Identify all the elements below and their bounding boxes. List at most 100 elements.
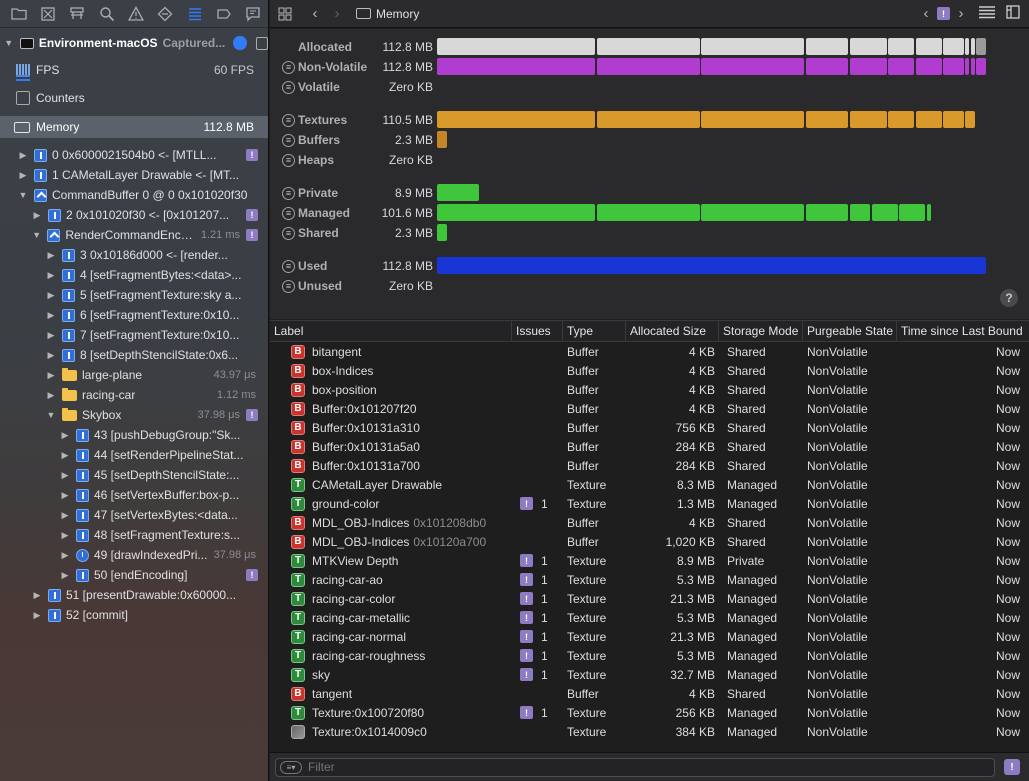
table-row[interactable]: Tracing-car-color! 1 Texture 21.3 MB Managed… (270, 589, 1029, 608)
tree-item[interactable]: ▶ 43 [pushDebugGroup:"Sk... (0, 425, 268, 445)
folder-icon[interactable] (4, 1, 33, 27)
tree-item[interactable]: ▶ 51 [presentDrawable:0x60000... (0, 585, 268, 605)
disclosure-right-icon[interactable]: ▶ (46, 350, 56, 361)
tree-item[interactable]: ▶ 0 0x6000021504b0 <- [MTLL...! (0, 145, 268, 165)
table-row[interactable]: B Buffer:0x10131a5a0 Buffer 284 KB Shared Non… (270, 437, 1029, 456)
memory-bar-segment[interactable] (970, 38, 975, 55)
disclosure-right-icon[interactable]: ▶ (46, 270, 56, 281)
table-row[interactable]: Tracing-car-roughness! 1 Texture 5.3 MB Mana… (270, 646, 1029, 665)
disclosure-right-icon[interactable]: ▶ (60, 530, 70, 541)
memory-bar-segment[interactable] (899, 204, 925, 221)
table-row[interactable]: B MDL_OBJ-Indices 0x101208db0 Buffer 4 KB Sha… (270, 513, 1029, 532)
tree-item[interactable]: ▶ racing-car 1.12 ms (0, 385, 268, 405)
comment-icon[interactable] (239, 1, 268, 27)
issue-warning-icon[interactable]: ! (520, 668, 533, 681)
tree-item[interactable]: ▶ 4 [setFragmentBytes:<data>... (0, 265, 268, 285)
tag-icon[interactable] (209, 1, 238, 27)
filter-category-icon[interactable] (282, 60, 295, 74)
disclosure-down-icon[interactable]: ▼ (46, 410, 56, 420)
filter-input[interactable] (308, 760, 908, 774)
header-time-since-last-bound[interactable]: Time since Last Bound (897, 321, 1029, 342)
table-row[interactable]: Tground-color! 1 Texture 1.3 MB Managed NonVo… (270, 494, 1029, 513)
help-button[interactable]: ? (1000, 289, 1018, 307)
tree-item[interactable]: ▶ 50 [endEncoding]! (0, 565, 268, 585)
filter-category-icon[interactable] (282, 113, 295, 127)
hierarchy-icon[interactable] (63, 1, 92, 27)
diamond-icon[interactable] (151, 1, 180, 27)
memory-bar-segment[interactable] (943, 58, 964, 75)
table-row[interactable]: B Buffer:0x101207f20 Buffer 4 KB Shared NonVo… (270, 399, 1029, 418)
memory-bar-segment[interactable] (437, 257, 986, 274)
memory-bar-segment[interactable] (849, 38, 887, 55)
tree-item[interactable]: ▶ 46 [setVertexBuffer:box-p... (0, 485, 268, 505)
table-row[interactable]: Texture:0x1014009c0 Texture 384 KB Managed N… (270, 722, 1029, 741)
issue-warning-icon[interactable]: ! (520, 592, 533, 605)
memory-bar-segment[interactable] (701, 38, 804, 55)
issue-warning-icon[interactable]: ! (520, 706, 533, 719)
filter-category-icon[interactable] (282, 259, 295, 273)
disclosure-down-icon[interactable]: ▼ (32, 230, 41, 240)
memory-row-shared[interactable]: Shared 2.3 MB (270, 223, 1029, 243)
disclosure-right-icon[interactable]: ▶ (46, 310, 56, 321)
memory-bar-segment[interactable] (849, 111, 887, 128)
memory-bar-segment[interactable] (437, 131, 447, 148)
warning-icon[interactable] (121, 1, 150, 27)
memory-bar-segment[interactable] (888, 38, 914, 55)
disclosure-right-icon[interactable]: ▶ (46, 250, 56, 261)
memory-bar-segment[interactable] (805, 58, 848, 75)
memory-bar-segment[interactable] (888, 58, 914, 75)
memory-bar-segment[interactable] (849, 204, 870, 221)
memory-bar-segment[interactable] (701, 58, 804, 75)
issue-warning-icon[interactable]: ! (520, 649, 533, 662)
filter-category-icon[interactable] (282, 206, 295, 220)
memory-bar-segment[interactable] (805, 111, 848, 128)
memory-bar-segment[interactable] (965, 111, 975, 128)
tree-item[interactable]: ▶ 52 [commit] (0, 605, 268, 625)
memory-row-heaps[interactable]: Heaps Zero KB (270, 150, 1029, 170)
issue-warning-icon[interactable]: ! (246, 209, 258, 221)
memory-row-unused[interactable]: Unused Zero KB (270, 276, 1029, 296)
disclosure-right-icon[interactable]: ▶ (18, 150, 28, 161)
tree-item[interactable]: ▶ 5 [setFragmentTexture:sky a... (0, 285, 268, 305)
disclosure-right-icon[interactable]: ▶ (32, 590, 42, 601)
issue-warning-icon[interactable]: ! (246, 149, 258, 161)
memory-bar-segment[interactable] (437, 38, 595, 55)
header-allocated-size[interactable]: Allocated Size (626, 320, 719, 342)
issue-warning-icon[interactable]: ! (246, 409, 258, 421)
tree-item[interactable]: ▶ 3 0x10186d000 <- [render... (0, 245, 268, 265)
header-label[interactable]: Label (270, 320, 512, 342)
memory-bar-segment[interactable] (437, 204, 595, 221)
filter-category-icon[interactable] (282, 186, 295, 200)
memory-row-private[interactable]: Private 8.9 MB (270, 183, 1029, 203)
filter-category-icon[interactable] (282, 133, 295, 147)
tree-item[interactable]: ▶ 47 [setVertexBytes:<data... (0, 505, 268, 525)
filter-field[interactable]: ≡▾ (275, 757, 995, 777)
memory-row-used[interactable]: Used 112.8 MB (270, 256, 1029, 276)
issue-warning-icon[interactable]: ! (520, 554, 533, 567)
memory-bar-segment[interactable] (871, 204, 898, 221)
disclosure-right-icon[interactable]: ▶ (60, 470, 70, 481)
tree-item[interactable]: ▶ 6 [setFragmentTexture:0x10... (0, 305, 268, 325)
disclosure-right-icon[interactable]: ▶ (60, 490, 70, 501)
memory-bar-segment[interactable] (701, 204, 804, 221)
tree-item[interactable]: ▶ 8 [setDepthStencilState:0x6... (0, 345, 268, 365)
disclosure-right-icon[interactable]: ▶ (60, 510, 70, 521)
grid-x-icon[interactable] (33, 1, 62, 27)
memory-bar-segment[interactable] (701, 111, 804, 128)
memory-bar-segment[interactable] (805, 38, 848, 55)
tree-item[interactable]: ▶ 2 0x101020f30 <- [0x101207...! (0, 205, 268, 225)
table-row[interactable]: B MDL_OBJ-Indices 0x10120a700 Buffer 1,020 K… (270, 532, 1029, 551)
header-purgeable-state[interactable]: Purgeable State (803, 320, 897, 342)
disclosure-right-icon[interactable]: ▶ (18, 170, 28, 181)
memory-row-non-volatile[interactable]: Non-Volatile112.8 MB (270, 57, 1029, 77)
tree-item[interactable]: ▶ large-plane 43.97 μs (0, 365, 268, 385)
filter-category-icon[interactable] (282, 153, 295, 167)
disclosure-right-icon[interactable]: ▶ (46, 370, 56, 381)
table-row[interactable]: T MTKView Depth! 1 Texture 8.9 MB Private NonV… (270, 551, 1029, 570)
disclosure-right-icon[interactable]: ▶ (60, 570, 70, 581)
memory-bar-segment[interactable] (437, 224, 447, 241)
memory-row-buffers[interactable]: Buffers 2.3 MB (270, 130, 1029, 150)
table-row[interactable]: Tracing-car-metallic! 1 Texture 5.3 MB Manag… (270, 608, 1029, 627)
tree-item[interactable]: ▼ CommandBuffer 0 @ 0 0x101020f30 (0, 185, 268, 205)
disclosure-down-icon[interactable]: ▼ (18, 190, 28, 200)
